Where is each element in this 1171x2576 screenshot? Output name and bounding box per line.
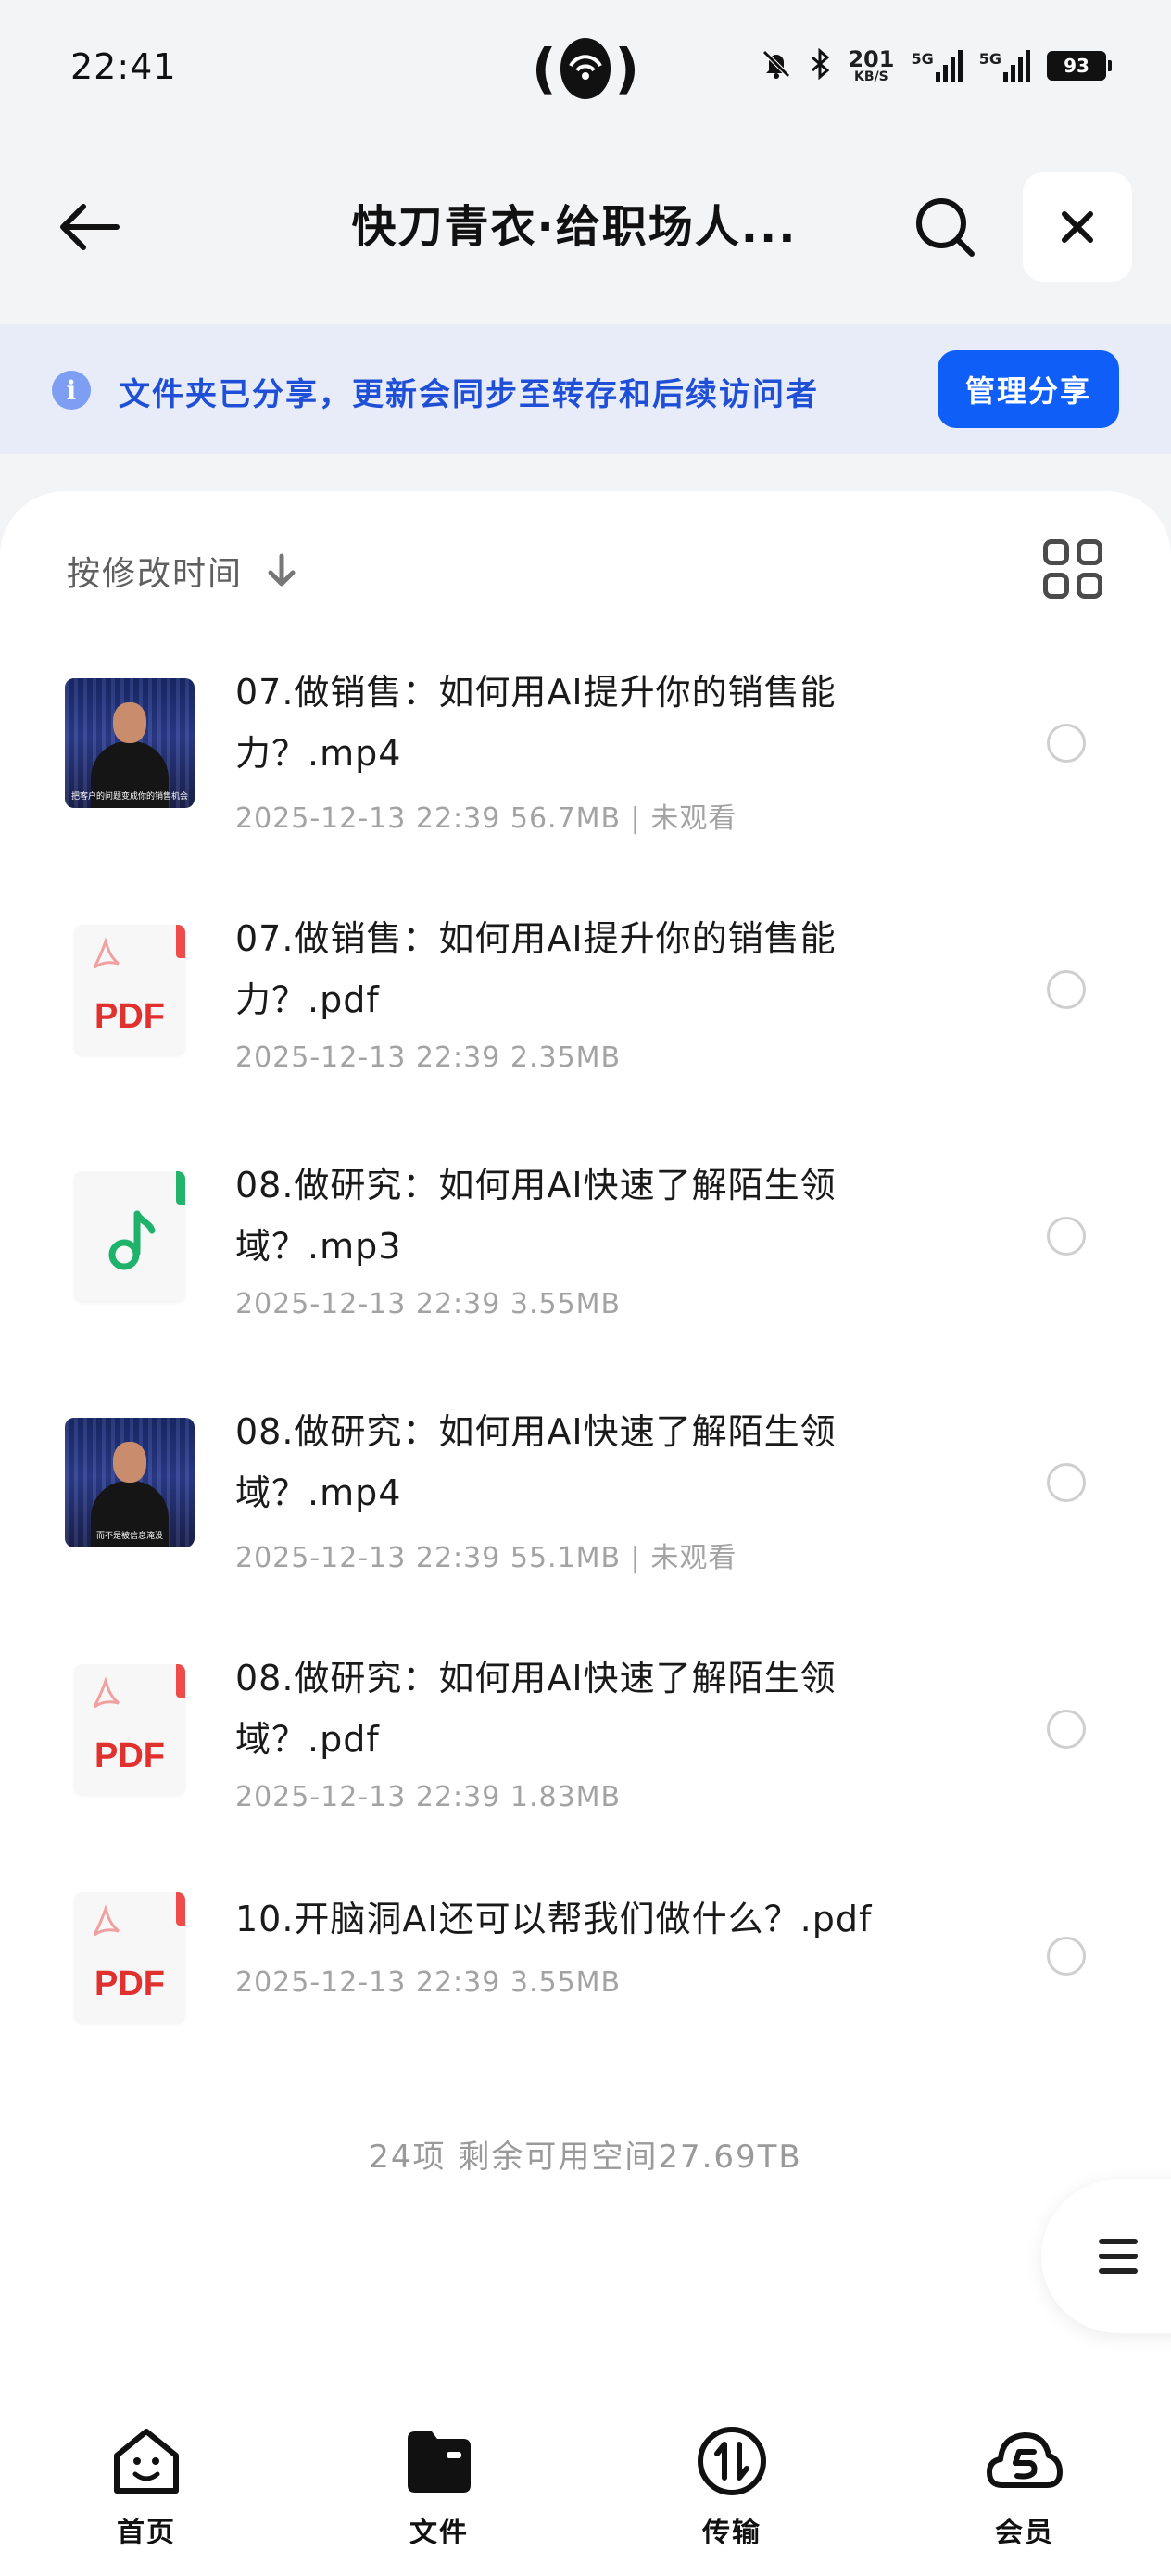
select-radio[interactable] (1047, 1463, 1086, 1502)
select-radio[interactable] (1047, 1937, 1086, 1976)
folder-icon (400, 2422, 478, 2500)
close-button[interactable] (1023, 172, 1132, 282)
arrow-down-icon (268, 553, 296, 587)
share-banner: i 文件夹已分享，更新会同步至转存和后续访问者 管理分享 (0, 324, 1171, 454)
battery-icon: 93 (1047, 51, 1112, 81)
select-radio[interactable] (1047, 970, 1086, 1009)
file-name: 08.做研究：如何用AI快速了解陌生领域？.pdf (235, 1658, 837, 1760)
top-bar: 快刀青衣·给职场人... (0, 167, 1171, 287)
nav-files[interactable]: 文件 (293, 2400, 586, 2576)
manage-share-button[interactable]: 管理分享 (938, 350, 1119, 428)
sort-label: 按修改时间 (67, 555, 244, 593)
close-icon (1062, 211, 1093, 243)
home-face-icon (107, 2422, 185, 2500)
search-button[interactable] (903, 190, 987, 264)
menu-icon (1099, 2239, 1138, 2274)
mute-icon (761, 48, 792, 83)
nav-transfer[interactable]: 传输 (586, 2400, 878, 2576)
video-thumbnail: 而不是被信息淹没 (65, 1418, 195, 1547)
arrow-left-icon (60, 204, 120, 250)
bluetooth-icon (809, 47, 831, 83)
select-radio[interactable] (1047, 724, 1086, 763)
storage-summary: 24项 剩余可用空间27.69TB (369, 2139, 802, 2176)
file-meta: 2025-12-13 22:39 3.55MB (235, 1288, 622, 1320)
music-note-icon (108, 1210, 156, 1270)
status-bar: 22:41 ( ) 201 KB/S 5G 5G 93 (0, 0, 1171, 139)
hotspot-indicator: ( ) (532, 37, 639, 100)
file-name: 10.开脑洞AI还可以帮我们做什么？.pdf (235, 1899, 873, 1939)
list-item[interactable]: PDF 07.做销售：如何用AI提升你的销售能力？.pdf 2025-12-13… (0, 886, 1171, 1132)
list-item[interactable]: PDF 10.开脑洞AI还可以帮我们做什么？.pdf 2025-12-13 22… (0, 1872, 1171, 2118)
file-panel: 按修改时间 把客户的问题变成你的销售机会 07.做销售：如何用AI提升你的销售能… (0, 491, 1171, 2576)
nav-label: 传输 (702, 2517, 762, 2549)
sort-control[interactable]: 按修改时间 (67, 547, 298, 595)
hotspot-icon (560, 38, 611, 99)
file-name: 07.做销售：如何用AI提升你的销售能力？.mp4 (235, 672, 837, 774)
select-radio[interactable] (1047, 1217, 1086, 1256)
list-item[interactable]: 而不是被信息淹没 08.做研究：如何用AI快速了解陌生领域？.mp4 2025-… (0, 1379, 1171, 1625)
page-title: 快刀青衣·给职场人... (351, 201, 798, 253)
select-radio[interactable] (1047, 1710, 1086, 1749)
file-meta: 2025-12-13 22:39 2.35MB (235, 1042, 622, 1074)
file-name: 08.做研究：如何用AI快速了解陌生领域？.mp3 (235, 1165, 837, 1267)
video-thumbnail: 把客户的问题变成你的销售机会 (65, 678, 195, 808)
signal-1: 5G (911, 50, 963, 82)
list-item[interactable]: PDF 08.做研究：如何用AI快速了解陌生领域？.pdf 2025-12-13… (0, 1625, 1171, 1872)
signal-bars-icon (1003, 50, 1030, 82)
transfer-icon (693, 2422, 771, 2500)
search-icon (916, 198, 975, 257)
share-notice: 文件夹已分享，更新会同步至转存和后续访问者 (119, 376, 819, 413)
nav-label: 会员 (995, 2517, 1054, 2549)
audio-file-icon (74, 1171, 185, 1301)
grid-view-icon[interactable] (1043, 539, 1102, 599)
thumbnail-caption: 把客户的问题变成你的销售机会 (70, 792, 188, 802)
signal-2: 5G (979, 50, 1030, 82)
file-meta: 2025-12-13 22:39 3.55MB (235, 1966, 622, 1999)
nav-label: 首页 (117, 2517, 176, 2549)
file-meta: 2025-12-13 22:39 1.83MB (235, 1781, 622, 1813)
nav-label: 文件 (409, 2517, 469, 2549)
thumbnail-caption: 而不是被信息淹没 (95, 1532, 163, 1541)
nav-vip[interactable]: 会员 (878, 2400, 1171, 2576)
nav-home[interactable]: 首页 (0, 2400, 293, 2576)
vip-cloud-icon (986, 2422, 1064, 2500)
file-meta: 2025-12-13 22:39 56.7MB | 未观看 (235, 802, 737, 835)
status-time: 22:41 (70, 46, 177, 87)
pdf-file-icon: PDF (74, 925, 185, 1054)
list-item[interactable]: 把客户的问题变成你的销售机会 07.做销售：如何用AI提升你的销售能力？.mp4… (0, 639, 1171, 886)
signal-bars-icon (935, 50, 963, 82)
back-button[interactable] (46, 190, 130, 264)
file-name: 08.做研究：如何用AI快速了解陌生领域？.mp4 (235, 1411, 837, 1513)
info-icon: i (52, 371, 91, 410)
pdf-file-icon: PDF (74, 1892, 185, 2022)
bottom-nav: 首页 文件 传输 会员 (0, 2400, 1171, 2576)
file-name: 07.做销售：如何用AI提升你的销售能力？.pdf (235, 918, 837, 1020)
pdf-file-icon: PDF (74, 1664, 185, 1794)
net-speed: 201 KB/S (848, 46, 895, 84)
list-item[interactable]: 08.做研究：如何用AI快速了解陌生领域？.mp3 2025-12-13 22:… (0, 1132, 1171, 1379)
file-meta: 2025-12-13 22:39 55.1MB | 未观看 (235, 1542, 737, 1574)
status-icons: 201 KB/S 5G 5G 93 (761, 43, 1112, 89)
